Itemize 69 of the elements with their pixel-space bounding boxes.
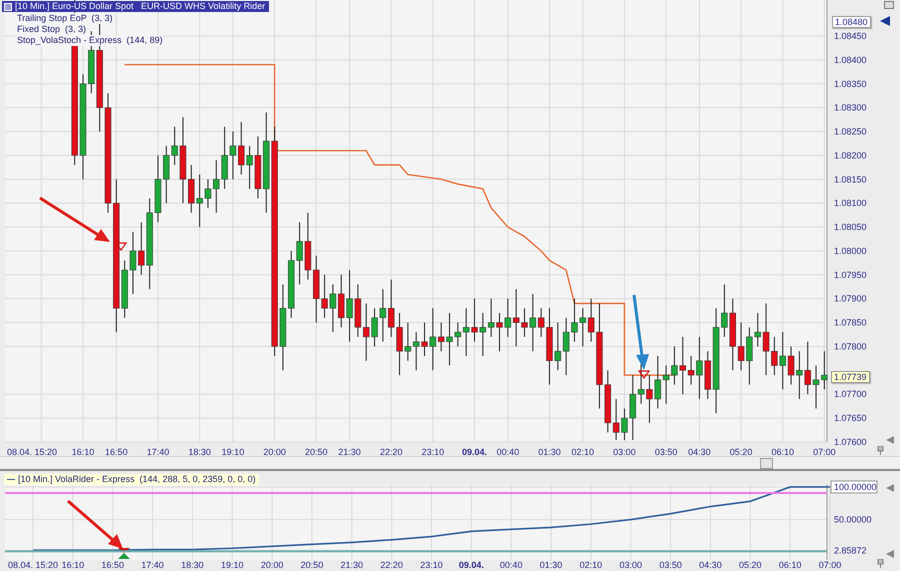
price-axis-label: 1.08250: [834, 126, 867, 137]
price-axis-label: 1.08400: [834, 54, 867, 65]
price-axis-label: 1.07900: [834, 294, 867, 304]
time-axis-label: 02:10: [572, 447, 594, 456]
time-axis-label: 08.04. 15:20: [7, 447, 58, 456]
time-axis-label: 03:00: [619, 560, 642, 570]
price-axis-label: 1.08100: [834, 198, 867, 208]
time-axis-label: 16:10: [72, 447, 94, 456]
time-axis-label: 03:50: [654, 447, 678, 456]
time-axis-label: 20:50: [304, 447, 328, 456]
time-axis-label: 16:50: [101, 560, 124, 570]
value-tag: 100.00000: [830, 480, 878, 494]
time-axis-label: 01:30: [540, 560, 562, 570]
price-axis-label: 1.08000: [834, 246, 867, 256]
value-axis-label: 2.85872: [834, 545, 867, 556]
time-axis-label: 09.04.: [458, 560, 484, 570]
time-axis-label: 05:20: [739, 560, 762, 570]
price-axis-label: 1.07600: [834, 436, 867, 447]
time-axis-label: 08.04. 15:20: [8, 560, 58, 570]
price-axis-label: 1.07850: [834, 318, 867, 328]
price-axis-label: 1.07800: [834, 341, 867, 352]
time-axis-label: 20:00: [263, 447, 286, 456]
legend-entry: Stop_VolaStoch - Express (144, 89): [17, 35, 163, 46]
time-axis-label: 07:00: [813, 447, 836, 456]
price-axis-label: 1.07950: [834, 270, 867, 280]
price-tag: 1.08480: [832, 16, 871, 28]
time-axis-label: 06:10: [771, 447, 794, 456]
time-axis-label: 05:20: [730, 447, 752, 456]
time-axis-label: 04:30: [688, 447, 711, 456]
time-axis-label: 01:30: [538, 447, 561, 456]
legend-entry: Trailing Stop EoP (3, 3): [17, 13, 113, 24]
time-axis-label: 19:10: [220, 560, 244, 570]
price-axis-label: 1.08050: [834, 222, 867, 232]
price-axis-label: 1.08350: [834, 78, 867, 89]
time-axis-label: 20:50: [300, 560, 324, 570]
time-axis-label: 02:10: [580, 560, 602, 570]
time-axis-label: 03:00: [613, 447, 636, 456]
time-axis-label: 16:50: [105, 447, 128, 456]
time-axis-label: 20:00: [260, 560, 284, 570]
time-axis-label: 03:50: [659, 560, 682, 570]
time-axis-label: 22:20: [380, 447, 402, 456]
price-axis-label: 1.07650: [834, 413, 867, 424]
value-axis-label: 50.00000: [834, 514, 872, 525]
legend-entry: Fixed Stop (3, 3): [17, 24, 86, 35]
time-axis-label: 16:10: [62, 560, 84, 570]
time-axis-label: 06:10: [778, 560, 802, 570]
last-price-tag: 1.07739: [831, 371, 870, 383]
time-axis-label: 07:00: [818, 560, 842, 570]
price-axis-label: 1.08450: [834, 31, 867, 41]
time-axis-label: 19:10: [222, 447, 244, 456]
time-axis-label: 18:30: [181, 560, 204, 570]
price-axis-label: 1.08150: [834, 174, 867, 184]
price-axis-label: 1.08200: [834, 150, 867, 160]
time-axis-label: 23:10: [422, 447, 444, 456]
time-axis-label: 23:10: [420, 560, 443, 570]
time-axis-label: 00:40: [500, 560, 522, 570]
price-axis-label: 1.07700: [834, 389, 867, 400]
time-axis-label: 17:40: [146, 447, 170, 456]
time-axis-label: 18:30: [188, 447, 211, 456]
time-axis-label: 09.04.: [462, 447, 488, 456]
time-axis-label: 04:30: [699, 560, 722, 570]
time-axis-label: 21:30: [340, 560, 364, 570]
y-tick-label: 100.00000: [834, 482, 877, 492]
price-axis-label: 1.08300: [834, 102, 867, 113]
time-axis-label: 22:20: [380, 560, 403, 570]
legend-entry: [10 Min.] VolaRider - Express (144, 288, 5, 0, 2359, 0, 0, 0): [18, 474, 256, 485]
time-axis-label: 00:40: [496, 447, 520, 456]
time-axis-label: 17:40: [141, 560, 164, 570]
time-axis-label: 21:30: [338, 447, 361, 456]
